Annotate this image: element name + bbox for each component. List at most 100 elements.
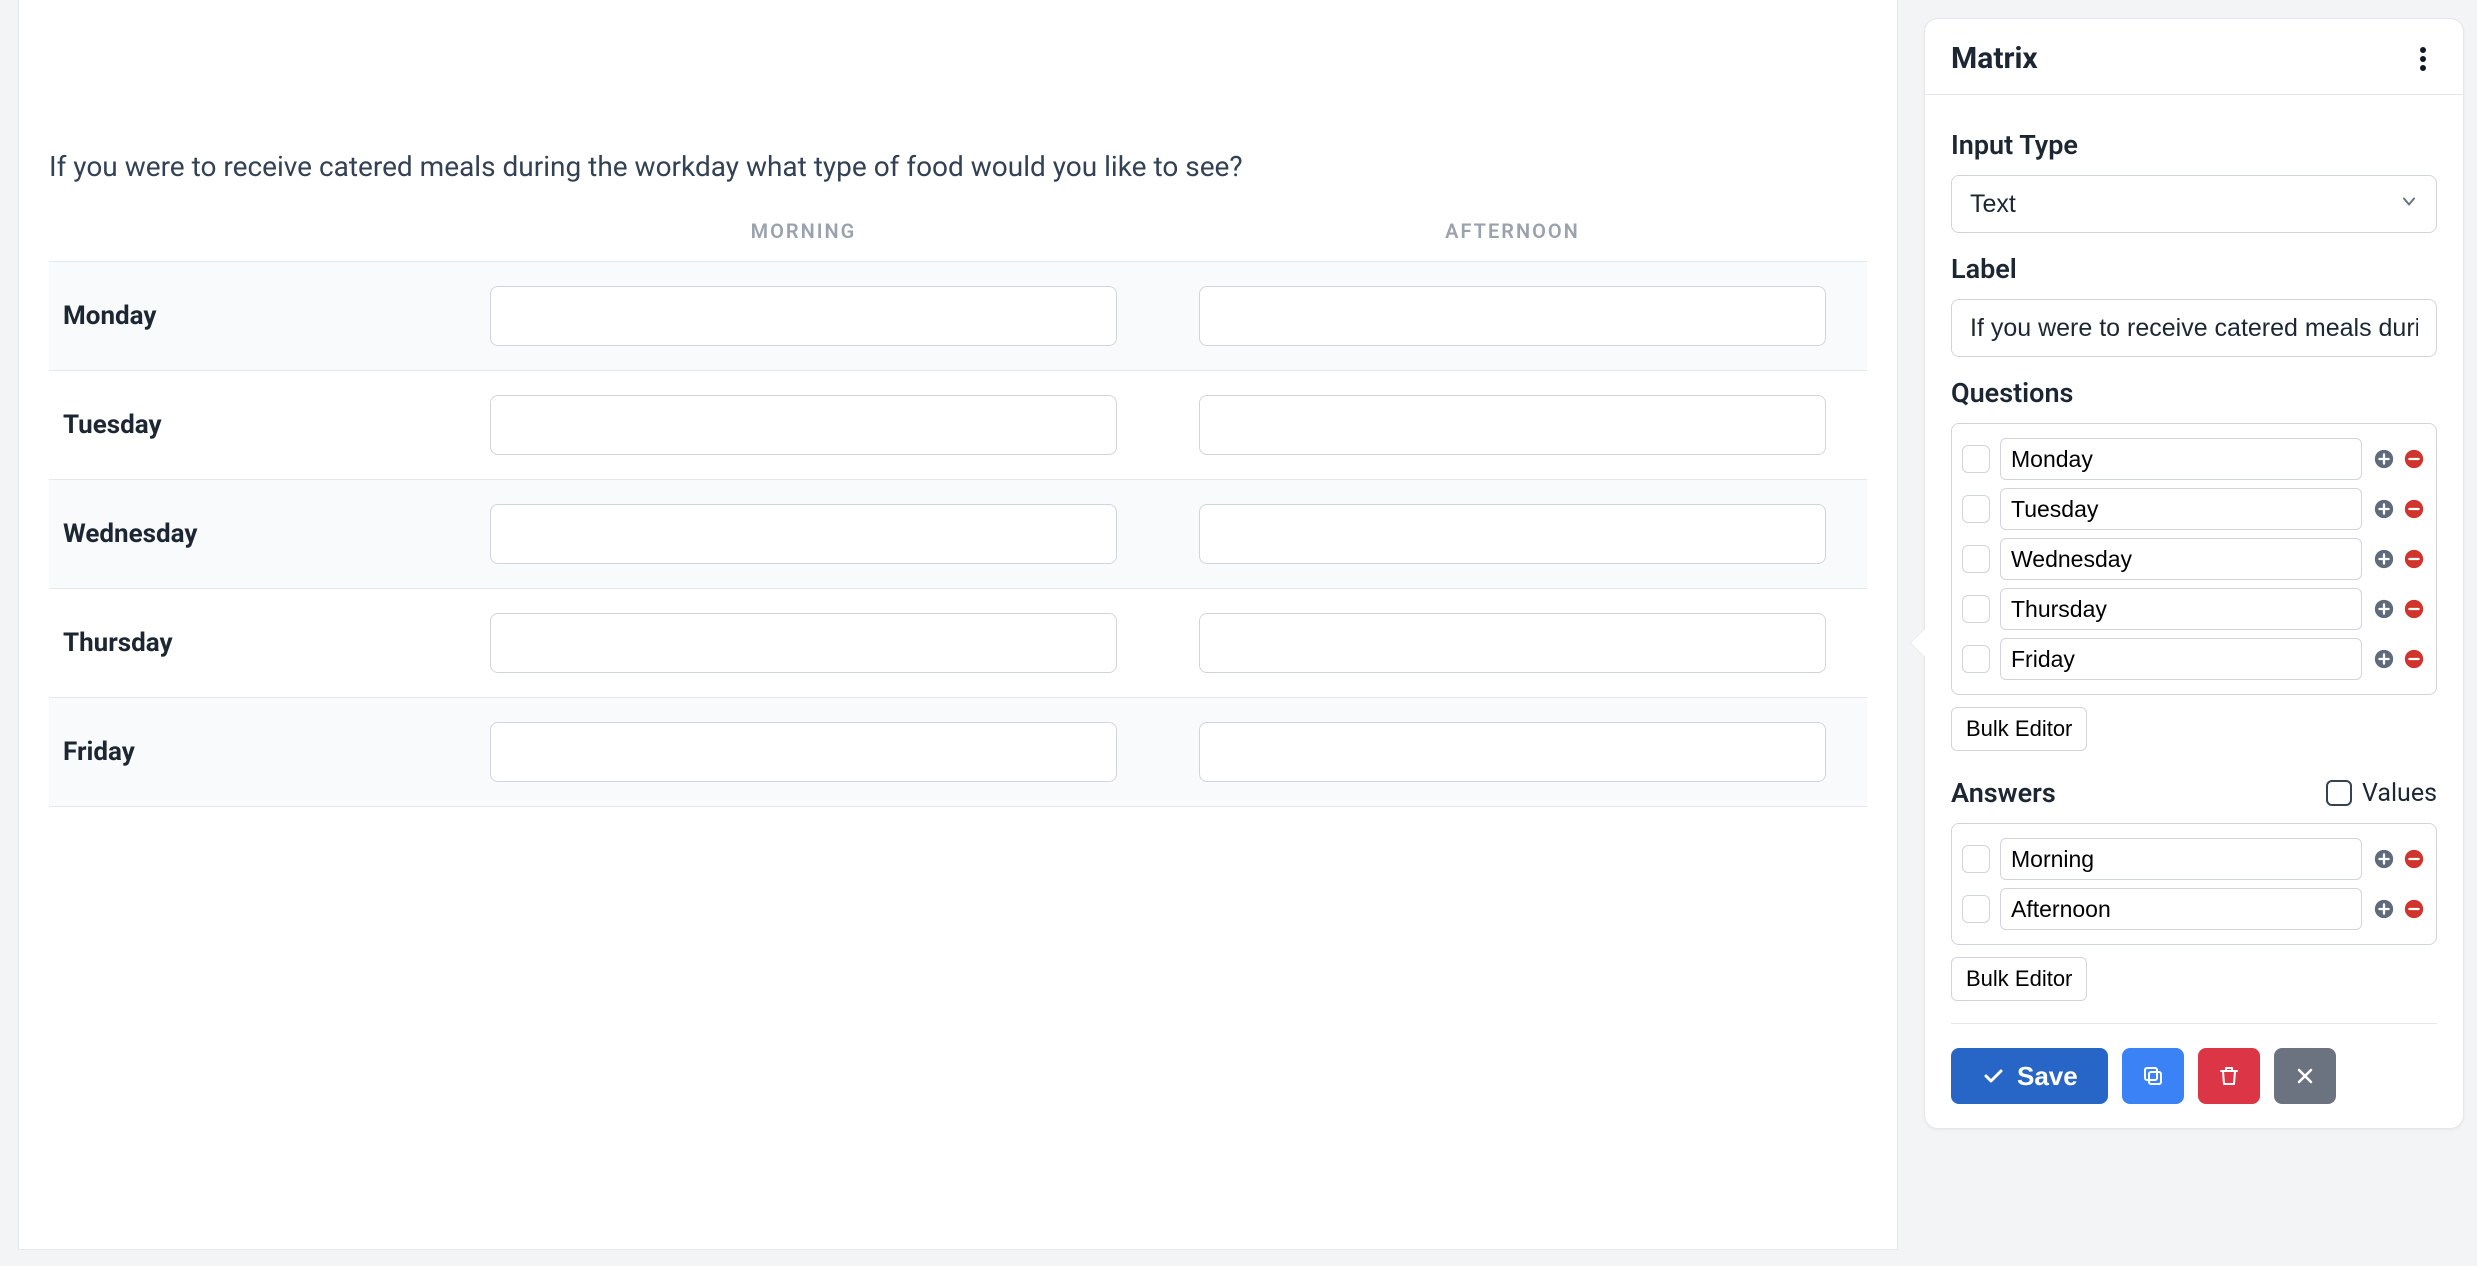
table-row: Wednesday <box>49 480 1867 589</box>
remove-item-button[interactable] <box>2402 847 2426 871</box>
values-toggle[interactable]: Values <box>2326 779 2437 808</box>
list-item <box>1962 434 2426 484</box>
add-item-button[interactable] <box>2372 497 2396 521</box>
minus-circle-icon <box>2403 548 2425 570</box>
remove-item-button[interactable] <box>2402 497 2426 521</box>
row-label: Friday <box>49 698 449 807</box>
drag-handle[interactable] <box>1962 845 1990 873</box>
matrix-cell-input[interactable] <box>490 395 1117 455</box>
values-toggle-label: Values <box>2362 779 2437 808</box>
minus-circle-icon <box>2403 648 2425 670</box>
matrix-cell-input[interactable] <box>1199 504 1826 564</box>
questions-list <box>1951 423 2437 695</box>
list-item-input[interactable] <box>2000 438 2362 480</box>
kebab-icon <box>2419 46 2427 72</box>
plus-circle-icon <box>2373 848 2395 870</box>
panel-title: Matrix <box>1951 41 2038 76</box>
form-canvas: If you were to receive catered meals dur… <box>18 0 1898 1250</box>
values-checkbox[interactable] <box>2326 780 2352 806</box>
delete-button[interactable] <box>2198 1048 2260 1104</box>
remove-item-button[interactable] <box>2402 447 2426 471</box>
drag-handle[interactable] <box>1962 445 1990 473</box>
column-header: Morning <box>449 201 1158 262</box>
row-label: Wednesday <box>49 480 449 589</box>
table-row: Tuesday <box>49 371 1867 480</box>
answers-list <box>1951 823 2437 945</box>
list-item <box>1962 534 2426 584</box>
questions-label: Questions <box>1951 377 2437 409</box>
drag-handle[interactable] <box>1962 545 1990 573</box>
add-item-button[interactable] <box>2372 547 2396 571</box>
input-type-select[interactable]: Text <box>1951 175 2437 233</box>
drag-handle[interactable] <box>1962 645 1990 673</box>
duplicate-button[interactable] <box>2122 1048 2184 1104</box>
panel-pointer <box>1911 629 1925 657</box>
list-item-input[interactable] <box>2000 888 2362 930</box>
list-item <box>1962 884 2426 934</box>
remove-item-button[interactable] <box>2402 547 2426 571</box>
matrix-cell-input[interactable] <box>1199 395 1826 455</box>
list-item-input[interactable] <box>2000 838 2362 880</box>
minus-circle-icon <box>2403 598 2425 620</box>
row-label: Tuesday <box>49 371 449 480</box>
drag-handle[interactable] <box>1962 895 1990 923</box>
list-item <box>1962 584 2426 634</box>
list-item <box>1962 834 2426 884</box>
add-item-button[interactable] <box>2372 897 2396 921</box>
list-item <box>1962 484 2426 534</box>
matrix-cell-input[interactable] <box>490 722 1117 782</box>
add-item-button[interactable] <box>2372 647 2396 671</box>
trash-icon <box>2217 1064 2241 1088</box>
table-row: Thursday <box>49 589 1867 698</box>
label-field-label: Label <box>1951 253 2437 285</box>
matrix-cell-input[interactable] <box>1199 286 1826 346</box>
matrix-cell-input[interactable] <box>490 286 1117 346</box>
copy-icon <box>2141 1064 2165 1088</box>
plus-circle-icon <box>2373 598 2395 620</box>
remove-item-button[interactable] <box>2402 897 2426 921</box>
minus-circle-icon <box>2403 448 2425 470</box>
minus-circle-icon <box>2403 498 2425 520</box>
row-label: Monday <box>49 262 449 371</box>
minus-circle-icon <box>2403 848 2425 870</box>
table-row: Friday <box>49 698 1867 807</box>
plus-circle-icon <box>2373 548 2395 570</box>
matrix-cell-input[interactable] <box>1199 613 1826 673</box>
drag-handle[interactable] <box>1962 495 1990 523</box>
column-header: Afternoon <box>1158 201 1867 262</box>
save-button[interactable]: Save <box>1951 1048 2108 1104</box>
plus-circle-icon <box>2373 498 2395 520</box>
bulk-editor-button-questions[interactable]: Bulk Editor <box>1951 707 2087 751</box>
more-options-button[interactable] <box>2409 45 2437 73</box>
bulk-editor-button-answers[interactable]: Bulk Editor <box>1951 957 2087 1001</box>
close-icon <box>2293 1064 2317 1088</box>
matrix-cell-input[interactable] <box>1199 722 1826 782</box>
plus-circle-icon <box>2373 448 2395 470</box>
remove-item-button[interactable] <box>2402 597 2426 621</box>
plus-circle-icon <box>2373 648 2395 670</box>
answers-label: Answers <box>1951 777 2056 809</box>
list-item-input[interactable] <box>2000 638 2362 680</box>
label-input[interactable] <box>1951 299 2437 357</box>
remove-item-button[interactable] <box>2402 647 2426 671</box>
list-item-input[interactable] <box>2000 538 2362 580</box>
matrix-cell-input[interactable] <box>490 613 1117 673</box>
list-item-input[interactable] <box>2000 488 2362 530</box>
plus-circle-icon <box>2373 898 2395 920</box>
add-item-button[interactable] <box>2372 447 2396 471</box>
row-label: Thursday <box>49 589 449 698</box>
list-item <box>1962 634 2426 684</box>
minus-circle-icon <box>2403 898 2425 920</box>
table-row: Monday <box>49 262 1867 371</box>
input-type-label: Input Type <box>1951 129 2437 161</box>
list-item-input[interactable] <box>2000 588 2362 630</box>
question-label: If you were to receive catered meals dur… <box>49 150 1867 183</box>
add-item-button[interactable] <box>2372 847 2396 871</box>
drag-handle[interactable] <box>1962 595 1990 623</box>
matrix-table: Morning Afternoon MondayTuesdayWednesday… <box>49 201 1867 807</box>
check-icon <box>1981 1064 2005 1088</box>
add-item-button[interactable] <box>2372 597 2396 621</box>
properties-panel: Matrix Input Type Text Label Questions B… <box>1924 18 2464 1129</box>
close-button[interactable] <box>2274 1048 2336 1104</box>
matrix-cell-input[interactable] <box>490 504 1117 564</box>
